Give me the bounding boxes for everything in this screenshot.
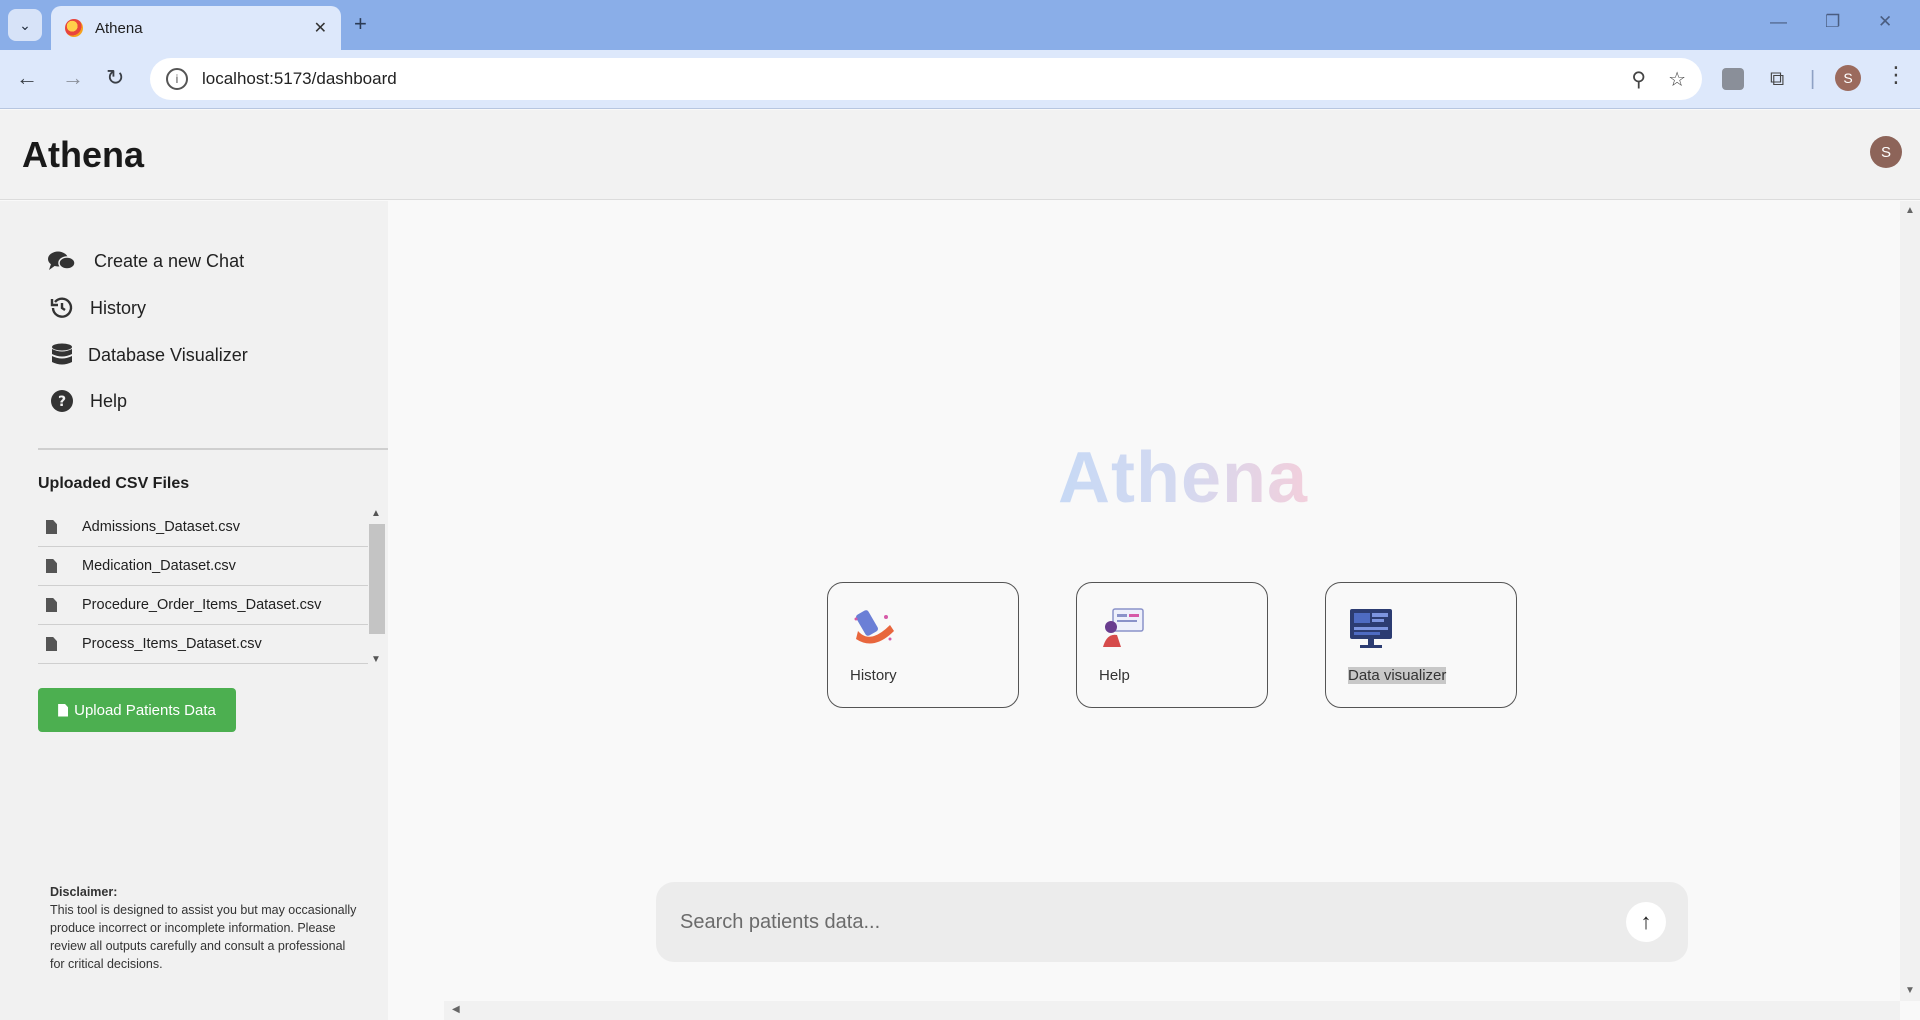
card-label: History bbox=[850, 667, 897, 684]
browser-tab-strip: ⌄ Athena ✕ + — ❐ ✕ bbox=[0, 0, 1920, 50]
sidebar-item-label: History bbox=[90, 297, 147, 318]
upload-patients-data-button[interactable]: Upload Patients Data bbox=[38, 688, 236, 732]
scroll-down-icon[interactable]: ▼ bbox=[371, 654, 381, 665]
tab-title: Athena bbox=[95, 19, 143, 37]
tab-list-chevron-icon[interactable]: ⌄ bbox=[8, 9, 42, 41]
disclaimer-text: This tool is designed to assist you but … bbox=[50, 903, 357, 971]
page-vertical-scrollbar[interactable]: ▲ ▼ bbox=[1900, 201, 1920, 1001]
data-visualizer-card[interactable]: Data visualizer bbox=[1325, 582, 1517, 708]
file-icon bbox=[46, 520, 57, 534]
list-item[interactable]: Admissions_Dataset.csv bbox=[38, 508, 368, 547]
sidebar-item-help[interactable]: ? Help bbox=[48, 389, 127, 413]
disclaimer: Disclaimer: This tool is designed to ass… bbox=[50, 883, 360, 973]
csv-file-name: Procedure_Order_Items_Dataset.csv bbox=[82, 597, 322, 613]
file-icon bbox=[46, 559, 57, 573]
card-label: Help bbox=[1099, 667, 1130, 684]
user-avatar[interactable]: S bbox=[1870, 136, 1902, 168]
brand-logo-text: Athena bbox=[22, 134, 145, 175]
sidebar: Create a new Chat History Database Visua… bbox=[0, 201, 388, 1020]
help-card[interactable]: Help bbox=[1076, 582, 1268, 708]
browser-menu-icon[interactable]: ⋮ bbox=[1885, 62, 1907, 88]
history-card[interactable]: History bbox=[827, 582, 1019, 708]
help-circle-icon: ? bbox=[48, 389, 76, 413]
toolbar-separator: | bbox=[1810, 68, 1816, 90]
search-bar: ↑ bbox=[656, 882, 1688, 962]
page-horizontal-scrollbar[interactable]: ◀ bbox=[444, 1001, 1900, 1020]
history-icon bbox=[48, 296, 76, 320]
app-header: Athena S bbox=[0, 110, 1920, 200]
file-upload-icon bbox=[58, 703, 69, 717]
list-item[interactable]: Medication_Dataset.csv bbox=[38, 547, 368, 586]
favicon-icon bbox=[65, 19, 83, 37]
browser-profile-avatar[interactable]: S bbox=[1835, 65, 1861, 91]
restore-icon[interactable]: ❐ bbox=[1825, 12, 1840, 32]
sidebar-item-label: Help bbox=[90, 390, 128, 411]
extensions-puzzle-icon[interactable]: ⧉ bbox=[1770, 68, 1784, 91]
csv-files-heading: Uploaded CSV Files bbox=[38, 475, 190, 492]
csv-file-list[interactable]: Admissions_Dataset.csv Medication_Datase… bbox=[38, 508, 384, 668]
csv-list-scrollbar[interactable]: ▲ ▼ bbox=[368, 508, 386, 668]
help-illustration-icon bbox=[1103, 608, 1144, 647]
send-arrow-up-icon[interactable]: ↑ bbox=[1626, 902, 1666, 942]
extension-app-icon[interactable] bbox=[1722, 68, 1744, 90]
url-text[interactable]: localhost:5173/dashboard bbox=[202, 69, 1609, 89]
back-arrow-icon[interactable]: ← bbox=[16, 65, 38, 91]
forward-arrow-icon[interactable]: → bbox=[62, 65, 84, 91]
csv-file-name: Medication_Dataset.csv bbox=[82, 558, 236, 574]
history-illustration-icon bbox=[854, 610, 894, 644]
scroll-up-icon[interactable]: ▲ bbox=[371, 508, 381, 519]
browser-tab-athena[interactable]: Athena ✕ bbox=[51, 6, 341, 50]
sidebar-item-database-visualizer[interactable]: Database Visualizer bbox=[48, 343, 248, 367]
hero-title: Athena bbox=[1058, 438, 1309, 518]
list-item[interactable]: Process_Items_Dataset.csv bbox=[38, 625, 368, 664]
bookmark-star-icon[interactable]: ☆ bbox=[1668, 67, 1686, 92]
reload-icon[interactable]: ↻ bbox=[106, 65, 124, 91]
browser-toolbar: ← → ↻ i localhost:5173/dashboard ⚲ ☆ ⧉ |… bbox=[0, 50, 1920, 109]
upload-button-label: Upload Patients Data bbox=[74, 701, 216, 719]
sidebar-item-label: Database Visualizer bbox=[88, 344, 248, 365]
tab-close-icon[interactable]: ✕ bbox=[314, 18, 327, 38]
disclaimer-title: Disclaimer: bbox=[50, 885, 118, 899]
card-label: Data visualizer bbox=[1348, 667, 1447, 684]
new-tab-plus-icon[interactable]: + bbox=[354, 11, 367, 37]
site-info-icon[interactable]: i bbox=[166, 68, 188, 90]
window-close-icon[interactable]: ✕ bbox=[1878, 12, 1892, 32]
database-icon bbox=[48, 343, 76, 367]
svg-text:?: ? bbox=[58, 394, 66, 410]
list-item[interactable]: Procedure_Order_Items_Dataset.csv bbox=[38, 586, 368, 625]
zoom-icon[interactable]: ⚲ bbox=[1631, 67, 1646, 92]
file-icon bbox=[46, 637, 57, 651]
data-visualizer-illustration-icon bbox=[1350, 609, 1392, 648]
scroll-thumb[interactable] bbox=[369, 524, 385, 634]
main-content: Athena History Help Data visualizer Sear… bbox=[388, 201, 1900, 1001]
sidebar-item-history[interactable]: History bbox=[48, 296, 146, 320]
scroll-down-icon[interactable]: ▼ bbox=[1905, 985, 1915, 996]
search-input[interactable] bbox=[678, 909, 1626, 935]
sidebar-item-new-chat[interactable]: Create a new Chat bbox=[48, 249, 244, 273]
csv-file-name: Process_Items_Dataset.csv bbox=[82, 636, 262, 652]
csv-file-name: Admissions_Dataset.csv bbox=[82, 519, 240, 535]
file-icon bbox=[46, 598, 57, 612]
scroll-up-icon[interactable]: ▲ bbox=[1905, 205, 1915, 216]
minimize-icon[interactable]: — bbox=[1770, 12, 1787, 32]
sidebar-item-label: Create a new Chat bbox=[94, 250, 245, 271]
sidebar-divider bbox=[38, 448, 388, 450]
comments-icon bbox=[48, 249, 76, 273]
address-bar[interactable]: i localhost:5173/dashboard ⚲ ☆ bbox=[150, 58, 1702, 100]
scroll-left-icon[interactable]: ◀ bbox=[452, 1004, 460, 1015]
